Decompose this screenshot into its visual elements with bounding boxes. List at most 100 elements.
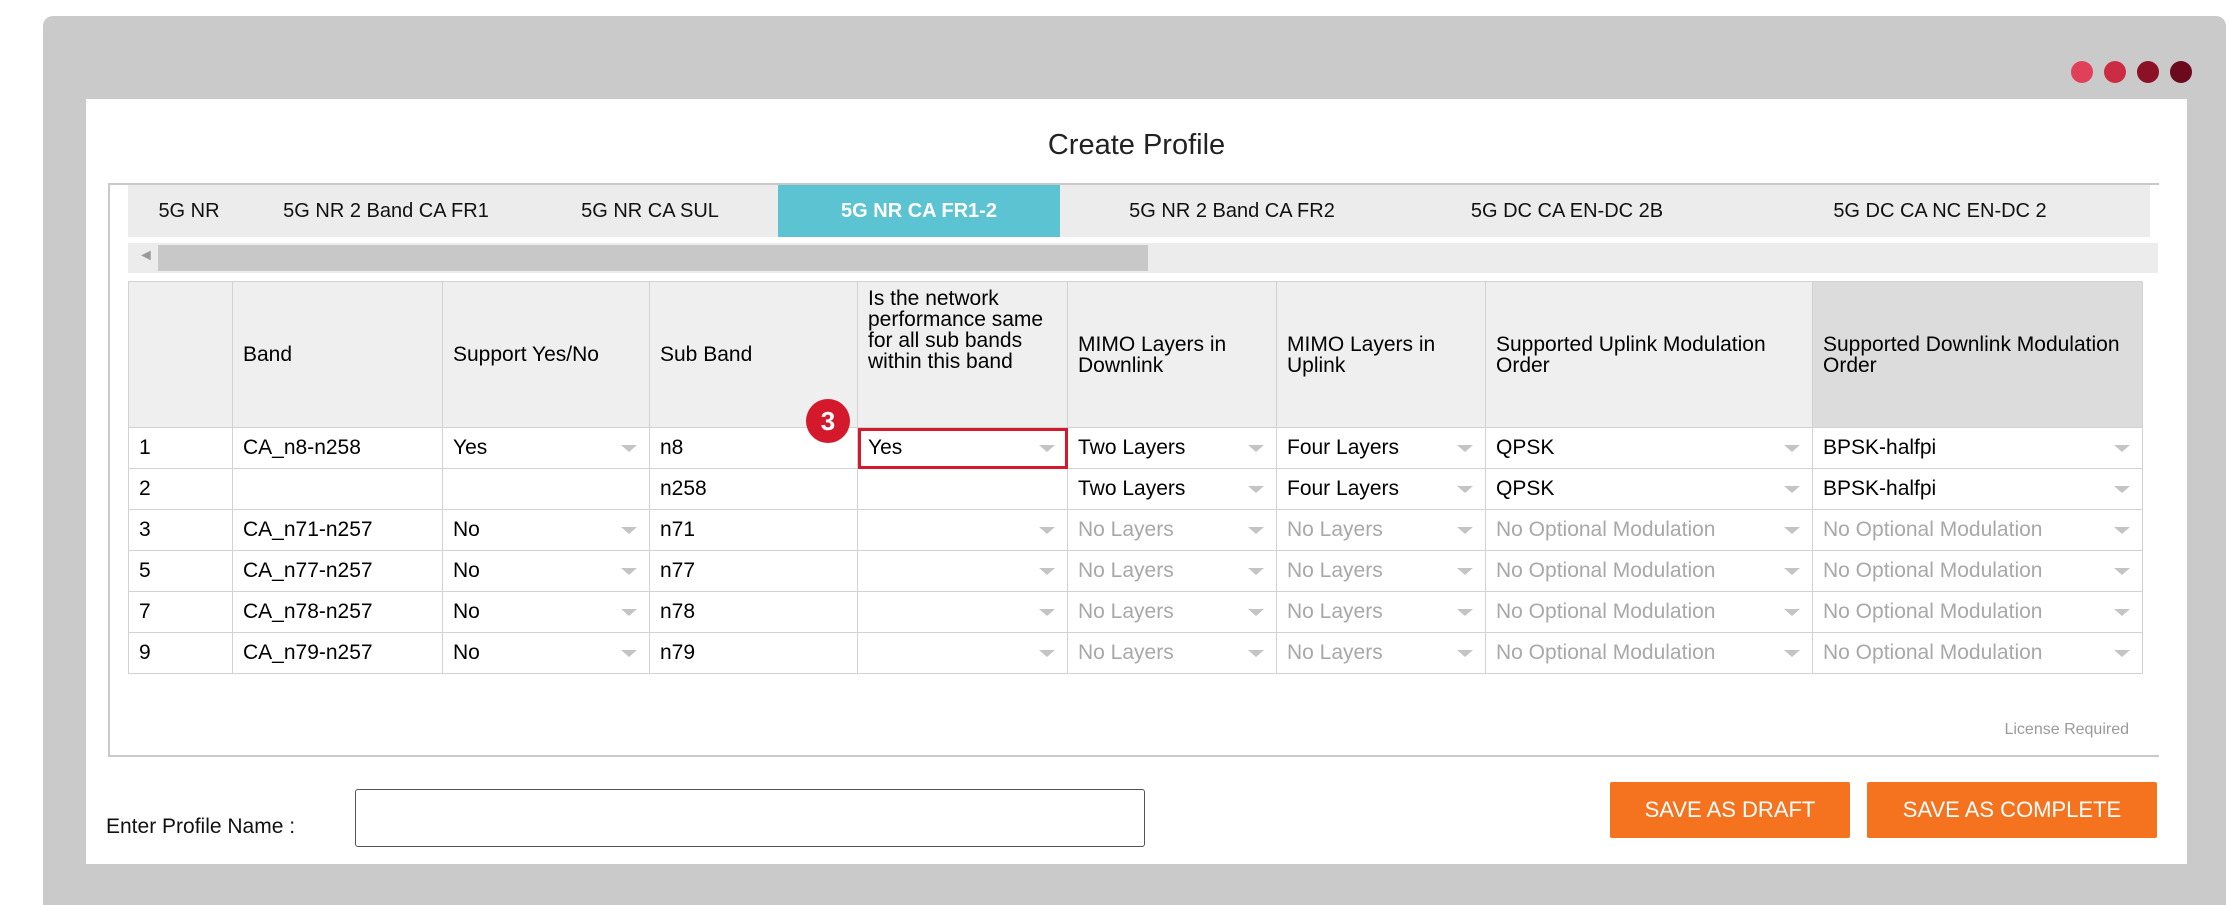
uplink-modulation-dropdown[interactable]: QPSK	[1485, 427, 1813, 469]
mimo-downlink-dropdown[interactable]: No Layers	[1067, 509, 1277, 551]
dialog-title: Create Profile	[1047, 129, 1226, 161]
table-row: 9 CA_n79-n257 No n79 No Layers No Layers…	[128, 632, 2143, 674]
mimo-downlink-dropdown[interactable]: No Layers	[1067, 632, 1277, 674]
create-profile-dialog: Create Profile 5G NR 5G NR 2 Band CA FR1…	[86, 99, 2187, 864]
chevron-down-icon	[1457, 445, 1473, 452]
chevron-down-icon	[1784, 486, 1800, 493]
table-row: 3 CA_n71-n257 No n71 No Layers No Layers…	[128, 509, 2143, 551]
col-header-band: Band	[232, 281, 443, 428]
downlink-modulation-dropdown[interactable]: No Optional Modulation	[1812, 632, 2143, 674]
sub-band-cell: n78	[649, 591, 858, 633]
support-cell	[442, 468, 650, 510]
mimo-uplink-dropdown[interactable]: No Layers	[1276, 632, 1486, 674]
chevron-down-icon	[621, 527, 637, 534]
uplink-modulation-dropdown[interactable]: No Optional Modulation	[1485, 550, 1813, 592]
mimo-uplink-dropdown[interactable]: Four Layers	[1276, 468, 1486, 510]
downlink-modulation-dropdown[interactable]: BPSK-halfpi	[1812, 427, 2143, 469]
downlink-modulation-dropdown[interactable]: No Optional Modulation	[1812, 591, 2143, 633]
tab-5g-nr-2-band-ca-fr1[interactable]: 5G NR 2 Band CA FR1	[250, 185, 523, 237]
table-header-row: Band Support Yes/No Sub Band Is the netw…	[128, 281, 2143, 428]
step-callout-badge: 3	[806, 399, 850, 443]
scrollbar-thumb[interactable]	[158, 245, 1148, 271]
window-dot-1	[2071, 61, 2093, 83]
sub-band-cell: n258	[649, 468, 858, 510]
tab-5g-nr[interactable]: 5G NR	[128, 185, 251, 237]
row-index: 2	[128, 468, 233, 510]
same-performance-dropdown[interactable]	[857, 550, 1068, 592]
save-as-draft-button[interactable]: SAVE AS DRAFT	[1610, 782, 1850, 838]
table-row: 7 CA_n78-n257 No n78 No Layers No Layers…	[128, 591, 2143, 633]
support-dropdown[interactable]: No	[442, 632, 650, 674]
profile-name-label: Enter Profile Name :	[106, 815, 296, 838]
table-row: 2 n258 Two Layers Four Layers QPSK BPSK-…	[128, 468, 2143, 510]
tab-5g-nr-ca-sul[interactable]: 5G NR CA SUL	[522, 185, 779, 237]
chevron-down-icon	[1248, 650, 1264, 657]
col-header-same-performance: Is the network performance same for all …	[857, 281, 1068, 428]
chevron-down-icon	[2114, 568, 2130, 575]
tab-bar: 5G NR 5G NR 2 Band CA FR1 5G NR CA SUL 5…	[128, 185, 2159, 237]
mimo-uplink-dropdown[interactable]: No Layers	[1276, 591, 1486, 633]
chevron-down-icon	[2114, 527, 2130, 534]
col-header-uplink-modulation: Supported Uplink Modulation Order	[1485, 281, 1813, 428]
same-performance-dropdown[interactable]: Yes	[857, 427, 1068, 469]
row-index: 5	[128, 550, 233, 592]
band-cell: CA_n78-n257	[232, 591, 443, 633]
license-required-note: License Required	[2004, 721, 2129, 738]
row-index: 3	[128, 509, 233, 551]
chevron-down-icon	[1457, 650, 1473, 657]
support-dropdown[interactable]: No	[442, 550, 650, 592]
window-dots	[2071, 61, 2192, 83]
chevron-down-icon	[1784, 445, 1800, 452]
sub-band-cell: n79	[649, 632, 858, 674]
tab-5g-nr-ca-fr1-2[interactable]: 5G NR CA FR1-2	[778, 185, 1061, 237]
tab-5g-dc-ca-en-dc-2b[interactable]: 5G DC CA EN-DC 2B	[1404, 185, 1731, 237]
profile-table-container: 5G NR 5G NR 2 Band CA FR1 5G NR CA SUL 5…	[108, 183, 2159, 757]
mimo-uplink-dropdown[interactable]: Four Layers	[1276, 427, 1486, 469]
support-dropdown[interactable]: Yes	[442, 427, 650, 469]
scroll-left-icon[interactable]: ◄	[138, 247, 154, 265]
support-dropdown[interactable]: No	[442, 509, 650, 551]
chevron-down-icon	[2114, 609, 2130, 616]
mimo-downlink-dropdown[interactable]: Two Layers	[1067, 468, 1277, 510]
same-performance-dropdown[interactable]	[857, 509, 1068, 551]
band-cell: CA_n79-n257	[232, 632, 443, 674]
uplink-modulation-dropdown[interactable]: No Optional Modulation	[1485, 632, 1813, 674]
chevron-down-icon	[1039, 650, 1055, 657]
uplink-modulation-dropdown[interactable]: No Optional Modulation	[1485, 509, 1813, 551]
chevron-down-icon	[2114, 650, 2130, 657]
chevron-down-icon	[1248, 486, 1264, 493]
horizontal-scrollbar[interactable]: ◄	[128, 243, 2158, 273]
chevron-down-icon	[1039, 445, 1055, 452]
window-dot-4	[2170, 61, 2192, 83]
downlink-modulation-dropdown[interactable]: No Optional Modulation	[1812, 550, 2143, 592]
mimo-downlink-dropdown[interactable]: No Layers	[1067, 550, 1277, 592]
chevron-down-icon	[1039, 568, 1055, 575]
support-dropdown[interactable]: No	[442, 591, 650, 633]
chevron-down-icon	[1784, 568, 1800, 575]
chevron-down-icon	[1248, 609, 1264, 616]
chevron-down-icon	[1039, 609, 1055, 616]
same-performance-dropdown[interactable]	[857, 632, 1068, 674]
uplink-modulation-dropdown[interactable]: No Optional Modulation	[1485, 591, 1813, 633]
chevron-down-icon	[621, 445, 637, 452]
save-as-complete-button[interactable]: SAVE AS COMPLETE	[1867, 782, 2157, 838]
downlink-modulation-dropdown[interactable]: BPSK-halfpi	[1812, 468, 2143, 510]
profile-name-input[interactable]	[355, 789, 1145, 847]
same-performance-cell	[857, 468, 1068, 510]
chevron-down-icon	[1784, 527, 1800, 534]
same-performance-dropdown[interactable]	[857, 591, 1068, 633]
downlink-modulation-dropdown[interactable]: No Optional Modulation	[1812, 509, 2143, 551]
tab-5g-dc-ca-nc-en-dc-2[interactable]: 5G DC CA NC EN-DC 2	[1730, 185, 2151, 237]
chevron-down-icon	[1457, 527, 1473, 534]
mimo-downlink-dropdown[interactable]: No Layers	[1067, 591, 1277, 633]
chevron-down-icon	[621, 650, 637, 657]
row-index: 7	[128, 591, 233, 633]
mimo-downlink-dropdown[interactable]: Two Layers	[1067, 427, 1277, 469]
table-row: 5 CA_n77-n257 No n77 No Layers No Layers…	[128, 550, 2143, 592]
tab-5g-nr-2-band-ca-fr2[interactable]: 5G NR 2 Band CA FR2	[1060, 185, 1405, 237]
uplink-modulation-dropdown[interactable]: QPSK	[1485, 468, 1813, 510]
band-cell: CA_n77-n257	[232, 550, 443, 592]
mimo-uplink-dropdown[interactable]: No Layers	[1276, 509, 1486, 551]
band-cell: CA_n71-n257	[232, 509, 443, 551]
mimo-uplink-dropdown[interactable]: No Layers	[1276, 550, 1486, 592]
